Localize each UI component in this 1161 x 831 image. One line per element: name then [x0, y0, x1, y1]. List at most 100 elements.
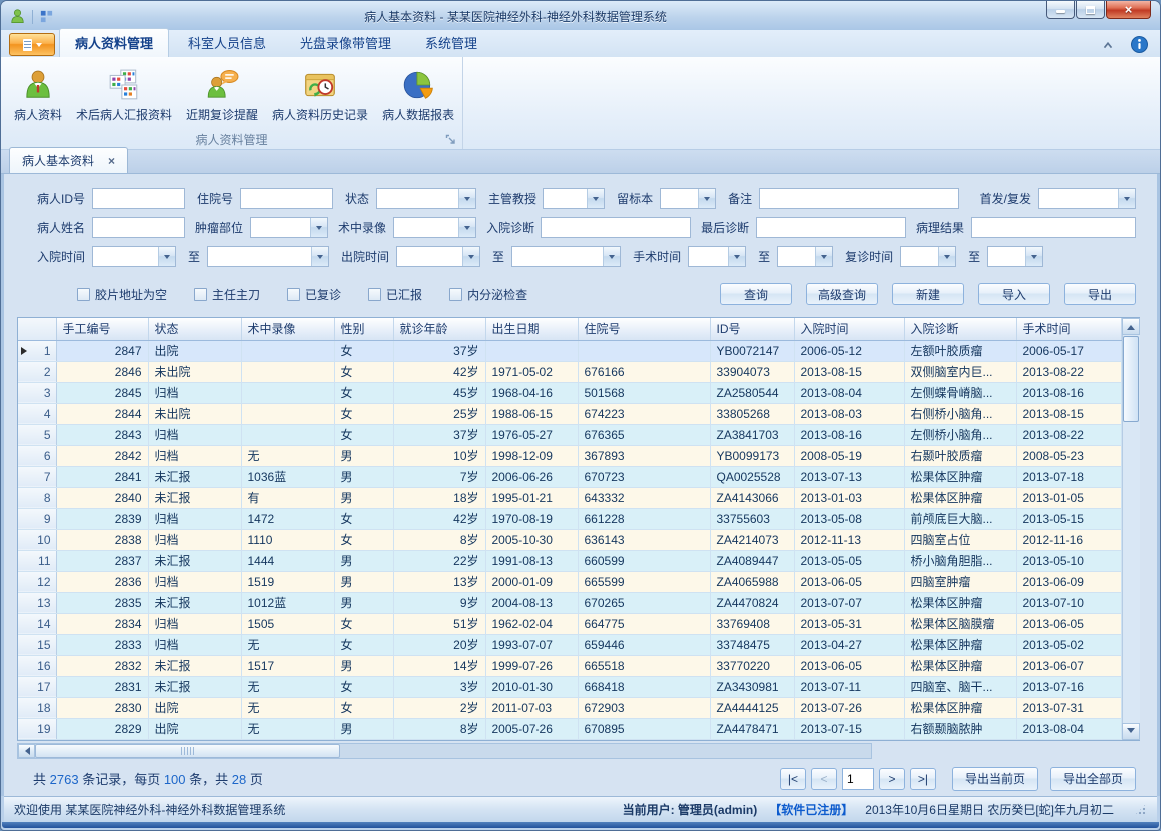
cell-surgery-video[interactable]: 1110 — [241, 529, 334, 550]
table-row[interactable]: 10 2838 归档 1110 女 8岁 2005-10-30 636143 Z… — [18, 529, 1121, 550]
cell-admit-time[interactable]: 2013-01-03 — [794, 487, 904, 508]
cell-surgery-time[interactable]: 2013-07-10 — [1016, 592, 1121, 613]
tab-system-management[interactable]: 系统管理 — [410, 29, 492, 57]
cell-sex[interactable]: 男 — [334, 592, 393, 613]
cell-sex[interactable]: 女 — [334, 361, 393, 382]
cell-surgery-video[interactable]: 1036蓝 — [241, 466, 334, 487]
cell-age[interactable]: 37岁 — [393, 340, 485, 361]
table-row[interactable]: 8 2840 未汇报 有 男 18岁 1995-01-21 643332 ZA4… — [18, 487, 1121, 508]
tab-department-staff[interactable]: 科室人员信息 — [173, 29, 281, 57]
table-row[interactable]: 18 2830 出院 无 女 2岁 2011-07-03 672903 ZA44… — [18, 697, 1121, 718]
cell-inpatient-no[interactable]: 665599 — [578, 571, 710, 592]
cell-surgery-video[interactable] — [241, 424, 334, 445]
cell-age[interactable]: 10岁 — [393, 445, 485, 466]
cell-birth-date[interactable] — [485, 340, 578, 361]
cell-admit-time[interactable]: 2013-05-08 — [794, 508, 904, 529]
cell-admit-time[interactable]: 2013-07-13 — [794, 466, 904, 487]
cell-birth-date[interactable]: 1988-06-15 — [485, 403, 578, 424]
cell-id[interactable]: 33805268 — [710, 403, 794, 424]
cell-surgery-video[interactable]: 无 — [241, 676, 334, 697]
cell-age[interactable]: 42岁 — [393, 361, 485, 382]
cell-admit-time[interactable]: 2013-06-05 — [794, 655, 904, 676]
column-header-manual-no[interactable]: 手工编号 — [56, 318, 148, 340]
cell-surgery-video[interactable]: 1444 — [241, 550, 334, 571]
table-row[interactable]: 14 2834 归档 1505 女 51岁 1962-02-04 664775 … — [18, 613, 1121, 634]
ribbon-button-patient-data[interactable]: 病人资料 — [7, 65, 69, 126]
cell-age[interactable]: 13岁 — [393, 571, 485, 592]
cell-admit-time[interactable]: 2013-07-26 — [794, 697, 904, 718]
discharge-time-from-select[interactable] — [396, 246, 480, 267]
column-header-inpatient-no[interactable]: 住院号 — [578, 318, 710, 340]
column-header-surgery-time[interactable]: 手术时间 — [1016, 318, 1121, 340]
cell-admit-dx[interactable]: 松果体区肿瘤 — [904, 592, 1016, 613]
cell-id[interactable]: ZA4470824 — [710, 592, 794, 613]
cell-surgery-video[interactable]: 无 — [241, 718, 334, 739]
cell-status[interactable]: 归档 — [148, 382, 241, 403]
cell-status[interactable]: 未汇报 — [148, 592, 241, 613]
cell-id[interactable]: YB0099173 — [710, 445, 794, 466]
cell-inpatient-no[interactable]: 660599 — [578, 550, 710, 571]
cell-admit-dx[interactable]: 右额颞脑脓肿 — [904, 718, 1016, 739]
surgery-video-select[interactable] — [393, 217, 476, 238]
scroll-down-button[interactable] — [1122, 723, 1140, 740]
cell-status[interactable]: 归档 — [148, 508, 241, 529]
cell-manual-no[interactable]: 2840 — [56, 487, 148, 508]
cell-admit-dx[interactable]: 四脑室、脑干... — [904, 676, 1016, 697]
info-icon[interactable] — [1131, 36, 1148, 53]
cell-age[interactable]: 7岁 — [393, 466, 485, 487]
cell-birth-date[interactable]: 2011-07-03 — [485, 697, 578, 718]
cell-id[interactable]: ZA3841703 — [710, 424, 794, 445]
column-header-age[interactable]: 就诊年龄 — [393, 318, 485, 340]
cell-surgery-time[interactable]: 2006-05-17 — [1016, 340, 1121, 361]
cell-admit-time[interactable]: 2013-08-03 — [794, 403, 904, 424]
cell-admit-time[interactable]: 2013-08-04 — [794, 382, 904, 403]
column-header-sex[interactable]: 性别 — [334, 318, 393, 340]
cell-surgery-time[interactable]: 2012-11-16 — [1016, 529, 1121, 550]
cell-surgery-time[interactable]: 2013-06-05 — [1016, 613, 1121, 634]
cell-manual-no[interactable]: 2836 — [56, 571, 148, 592]
cell-status[interactable]: 归档 — [148, 445, 241, 466]
cell-inpatient-no[interactable]: 664775 — [578, 613, 710, 634]
cell-admit-time[interactable]: 2013-07-07 — [794, 592, 904, 613]
cell-surgery-time[interactable]: 2008-05-23 — [1016, 445, 1121, 466]
cell-age[interactable]: 14岁 — [393, 655, 485, 676]
admission-time-to-select[interactable] — [207, 246, 329, 267]
import-button[interactable]: 导入 — [978, 283, 1050, 305]
cell-surgery-time[interactable]: 2013-01-05 — [1016, 487, 1121, 508]
patient-name-field[interactable] — [92, 217, 185, 238]
cell-surgery-video[interactable]: 1505 — [241, 613, 334, 634]
cell-admit-dx[interactable]: 左侧蝶骨嵴脑... — [904, 382, 1016, 403]
cell-id[interactable]: ZA4065988 — [710, 571, 794, 592]
cell-status[interactable]: 未汇报 — [148, 676, 241, 697]
cell-status[interactable]: 归档 — [148, 571, 241, 592]
cell-inpatient-no[interactable]: 672903 — [578, 697, 710, 718]
cell-sex[interactable]: 男 — [334, 550, 393, 571]
export-button[interactable]: 导出 — [1064, 283, 1136, 305]
cell-age[interactable]: 8岁 — [393, 718, 485, 739]
cell-manual-no[interactable]: 2835 — [56, 592, 148, 613]
scroll-up-button[interactable] — [1122, 318, 1140, 335]
cell-status[interactable]: 归档 — [148, 613, 241, 634]
export-current-page-button[interactable]: 导出当前页 — [952, 767, 1038, 791]
cell-inpatient-no[interactable]: 643332 — [578, 487, 710, 508]
checkbox-film-address-empty[interactable]: 胶片地址为空 — [77, 286, 167, 303]
query-button[interactable]: 查询 — [720, 283, 792, 305]
cell-birth-date[interactable]: 1995-01-21 — [485, 487, 578, 508]
cell-admit-time[interactable]: 2013-05-05 — [794, 550, 904, 571]
h-scrollbar-thumb[interactable] — [35, 744, 340, 758]
table-row[interactable]: 19 2829 出院 无 男 8岁 2005-07-26 670895 ZA44… — [18, 718, 1121, 739]
cell-surgery-video[interactable] — [241, 361, 334, 382]
cell-birth-date[interactable]: 1968-04-16 — [485, 382, 578, 403]
cell-age[interactable]: 18岁 — [393, 487, 485, 508]
cell-surgery-time[interactable]: 2013-07-18 — [1016, 466, 1121, 487]
cell-birth-date[interactable]: 1993-07-07 — [485, 634, 578, 655]
discharge-time-to-select[interactable] — [511, 246, 621, 267]
remark-field[interactable] — [759, 188, 959, 209]
cell-id[interactable]: ZA3430981 — [710, 676, 794, 697]
ribbon-button-data-report[interactable]: 病人数据报表 — [375, 65, 461, 126]
cell-admit-dx[interactable]: 右侧桥小脑角... — [904, 403, 1016, 424]
app-menu-button[interactable] — [9, 33, 55, 56]
h-scrollbar[interactable] — [17, 743, 872, 759]
cell-inpatient-no[interactable] — [578, 340, 710, 361]
checkbox-endocrine-exam[interactable]: 内分泌检查 — [449, 286, 527, 303]
